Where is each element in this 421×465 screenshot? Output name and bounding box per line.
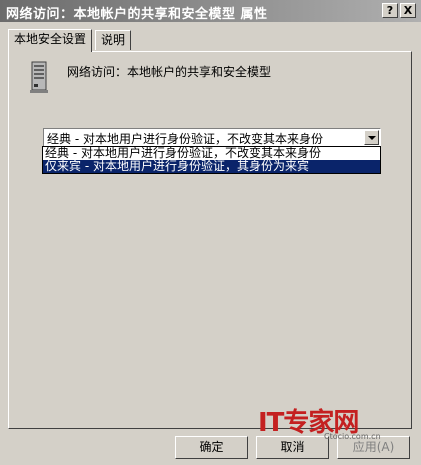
properties-dialog: 网络访问：本地帐户的共享和安全模型 属性 ? X 本地安全设置 说明 网络访问：… bbox=[0, 0, 421, 465]
window-title: 网络访问：本地帐户的共享和安全模型 属性 bbox=[6, 7, 268, 22]
watermark-url: Ctocio.com.cn bbox=[324, 432, 381, 441]
dropdown-option-classic[interactable]: 经典 - 对本地用户进行身份验证，不改变其本来身份 bbox=[43, 147, 380, 160]
dropdown-button[interactable] bbox=[364, 130, 379, 145]
combo-selected-value: 经典 - 对本地用户进行身份验证，不改变其本来身份 bbox=[47, 132, 323, 146]
tab-explain[interactable]: 说明 bbox=[95, 30, 132, 50]
help-button[interactable]: ? bbox=[382, 3, 398, 18]
watermark-logo: IT专家网 Ctocio.com.cn bbox=[258, 402, 398, 442]
title-bar[interactable]: 网络访问：本地帐户的共享和安全模型 属性 ? X bbox=[0, 0, 421, 22]
policy-name: 网络访问：本地帐户的共享和安全模型 bbox=[67, 65, 272, 79]
dropdown-option-guest-only[interactable]: 仅来宾 - 对本地用户进行身份验证，其身份为来宾 bbox=[43, 160, 380, 173]
ok-button[interactable]: 确定 bbox=[175, 436, 248, 459]
tab-panel: 网络访问：本地帐户的共享和安全模型 经典 - 对本地用户进行身份验证，不改变其本… bbox=[8, 51, 412, 429]
close-button[interactable]: X bbox=[400, 3, 416, 18]
server-policy-icon bbox=[30, 61, 48, 93]
policy-value-select[interactable]: 经典 - 对本地用户进行身份验证，不改变其本来身份 bbox=[43, 128, 381, 147]
tab-local-security-setting[interactable]: 本地安全设置 bbox=[8, 29, 93, 52]
dropdown-list: 经典 - 对本地用户进行身份验证，不改变其本来身份 仅来宾 - 对本地用户进行身… bbox=[42, 146, 381, 174]
chevron-down-icon bbox=[368, 136, 376, 140]
